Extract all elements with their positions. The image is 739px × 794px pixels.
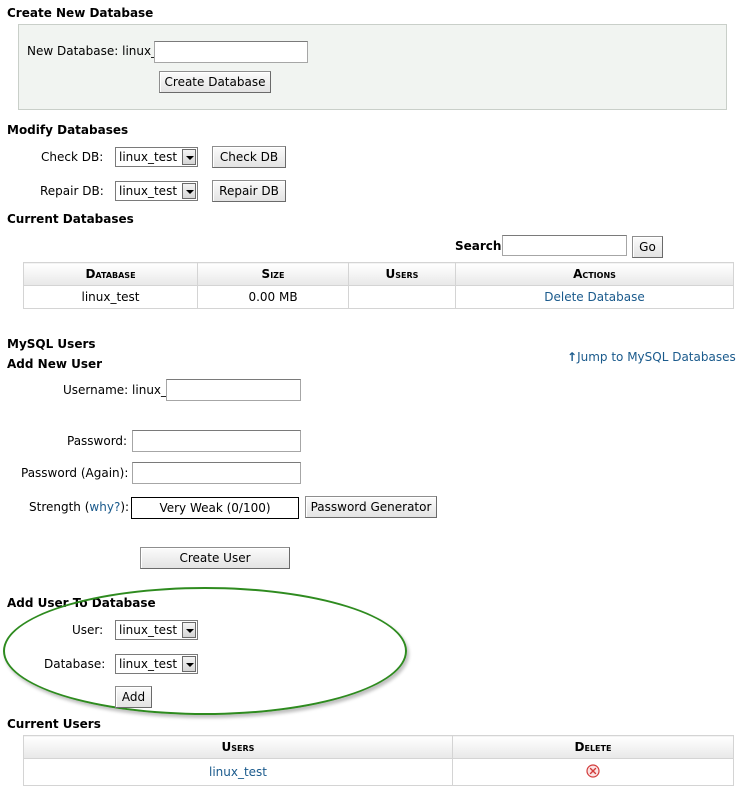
search-go-button[interactable]: Go [632, 236, 663, 258]
repair-db-label: Repair DB: [40, 184, 104, 198]
create-database-panel [18, 24, 727, 110]
modify-databases-heading: Modify Databases [7, 123, 129, 137]
check-db-select[interactable]: linux_test [115, 147, 198, 167]
add-user-to-database-heading: Add User To Database [7, 596, 156, 610]
why-link[interactable]: why? [89, 500, 120, 514]
create-user-button[interactable]: Create User [140, 547, 290, 569]
password-strength-value: Very Weak (0/100) [159, 501, 271, 515]
column-header-actions: Actions [455, 262, 734, 286]
table-header-row: Users Delete [23, 735, 734, 759]
search-label: Search [455, 239, 502, 253]
new-database-input[interactable] [154, 41, 308, 63]
table-row: linux_test 0.00 MB Delete Database [23, 285, 734, 309]
column-header-users[interactable]: Users [23, 735, 453, 759]
column-header-users[interactable]: Users [348, 262, 456, 286]
repair-db-button[interactable]: Repair DB [212, 180, 286, 202]
create-database-button[interactable]: Create Database [159, 71, 271, 93]
username-prefix: linux_ [132, 383, 168, 397]
databases-table: Database Size Users Actions linux_test 0… [23, 262, 734, 309]
new-database-label: New Database: linux_ [27, 44, 158, 58]
search-input[interactable] [502, 235, 627, 256]
column-header-size[interactable]: Size [197, 262, 349, 286]
password-input[interactable] [132, 430, 301, 452]
user-link[interactable]: linux_test [209, 765, 267, 779]
password-again-label: Password (Again): [21, 466, 129, 480]
create-database-heading: Create New Database [7, 6, 154, 20]
username-input[interactable] [166, 379, 301, 401]
delete-icon[interactable] [586, 763, 600, 781]
users-table: Users Delete linux_test [23, 735, 734, 786]
password-generator-button[interactable]: Password Generator [305, 496, 437, 518]
database-name-cell: linux_test [23, 285, 198, 309]
mysql-users-heading: MySQL Users [7, 337, 96, 351]
database-actions-cell: Delete Database [455, 285, 734, 309]
chevron-down-icon[interactable] [182, 656, 196, 672]
database-prefix: linux_ [122, 44, 158, 58]
table-row: linux_test [23, 758, 734, 786]
add-button[interactable]: Add [115, 686, 152, 708]
chevron-down-icon[interactable] [182, 622, 196, 638]
check-db-label: Check DB: [41, 150, 104, 164]
chevron-down-icon[interactable] [182, 149, 196, 165]
user-name-cell: linux_test [23, 758, 453, 786]
table-header-row: Database Size Users Actions [23, 262, 734, 286]
add-database-select[interactable]: linux_test [115, 654, 198, 674]
column-header-database[interactable]: Database [23, 262, 198, 286]
jump-to-databases-link[interactable]: ↑Jump to MySQL Databases [567, 350, 736, 364]
user-label: User: [72, 623, 104, 637]
repair-db-select[interactable]: linux_test [115, 181, 198, 201]
database-users-cell [348, 285, 456, 309]
check-db-button[interactable]: Check DB [212, 146, 286, 168]
user-delete-cell [452, 758, 734, 786]
delete-database-link[interactable]: Delete Database [544, 290, 645, 304]
strength-label: Strength (why?): [29, 500, 130, 514]
username-label: Username: linux_ [63, 383, 168, 397]
database-label: Database: [44, 657, 106, 671]
column-header-delete: Delete [452, 735, 734, 759]
add-new-user-heading: Add New User [7, 357, 103, 371]
up-arrow-icon: ↑ [567, 350, 578, 364]
add-user-select[interactable]: linux_test [115, 620, 198, 640]
password-again-input[interactable] [132, 462, 301, 484]
password-strength-meter: Very Weak (0/100) [131, 497, 299, 519]
current-databases-heading: Current Databases [7, 212, 134, 226]
chevron-down-icon[interactable] [182, 183, 196, 199]
current-users-heading: Current Users [7, 717, 101, 731]
database-size-cell: 0.00 MB [197, 285, 349, 309]
password-label: Password: [67, 434, 128, 448]
